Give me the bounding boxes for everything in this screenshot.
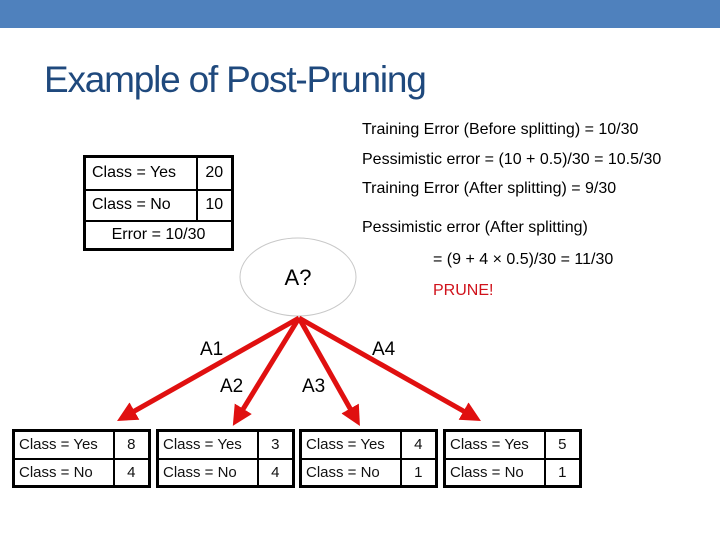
table-row: Class = Yes 3 (156, 429, 295, 460)
table-row: Class = Yes 8 (12, 429, 151, 460)
edge-label-a3: A3 (302, 376, 325, 397)
class-label: Class = Yes (156, 429, 259, 460)
class-count: 1 (543, 457, 582, 488)
class-label: Class = No (299, 457, 402, 488)
edge-label-a4: A4 (372, 339, 396, 360)
edge-label-a2: A2 (220, 376, 243, 397)
split-node-label: A? (285, 265, 312, 290)
table-row: Class = No 4 (156, 457, 295, 488)
class-count: 4 (399, 429, 438, 460)
leaf-table-a3: Class = Yes 4 Class = No 1 (299, 429, 438, 488)
table-row: Class = No 4 (12, 457, 151, 488)
class-count: 8 (112, 429, 151, 460)
class-count: 1 (399, 457, 438, 488)
class-count: 4 (256, 457, 295, 488)
edge-label-a1: A1 (200, 339, 223, 360)
class-label: Class = Yes (443, 429, 546, 460)
edge-a1-arrow (117, 315, 301, 421)
class-count: 4 (112, 457, 151, 488)
leaf-table-a4: Class = Yes 5 Class = No 1 (443, 429, 582, 488)
class-label: Class = Yes (299, 429, 402, 460)
class-count: 5 (543, 429, 582, 460)
class-label: Class = No (443, 457, 546, 488)
class-count: 3 (256, 429, 295, 460)
table-row: Class = Yes 4 (299, 429, 438, 460)
leaf-table-a2: Class = Yes 3 Class = No 4 (156, 429, 295, 488)
table-row: Class = No 1 (443, 457, 582, 488)
table-row: Class = Yes 5 (443, 429, 582, 460)
class-label: Class = No (12, 457, 115, 488)
table-row: Class = No 1 (299, 457, 438, 488)
leaf-table-a1: Class = Yes 8 Class = No 4 (12, 429, 151, 488)
class-label: Class = No (156, 457, 259, 488)
class-label: Class = Yes (12, 429, 115, 460)
